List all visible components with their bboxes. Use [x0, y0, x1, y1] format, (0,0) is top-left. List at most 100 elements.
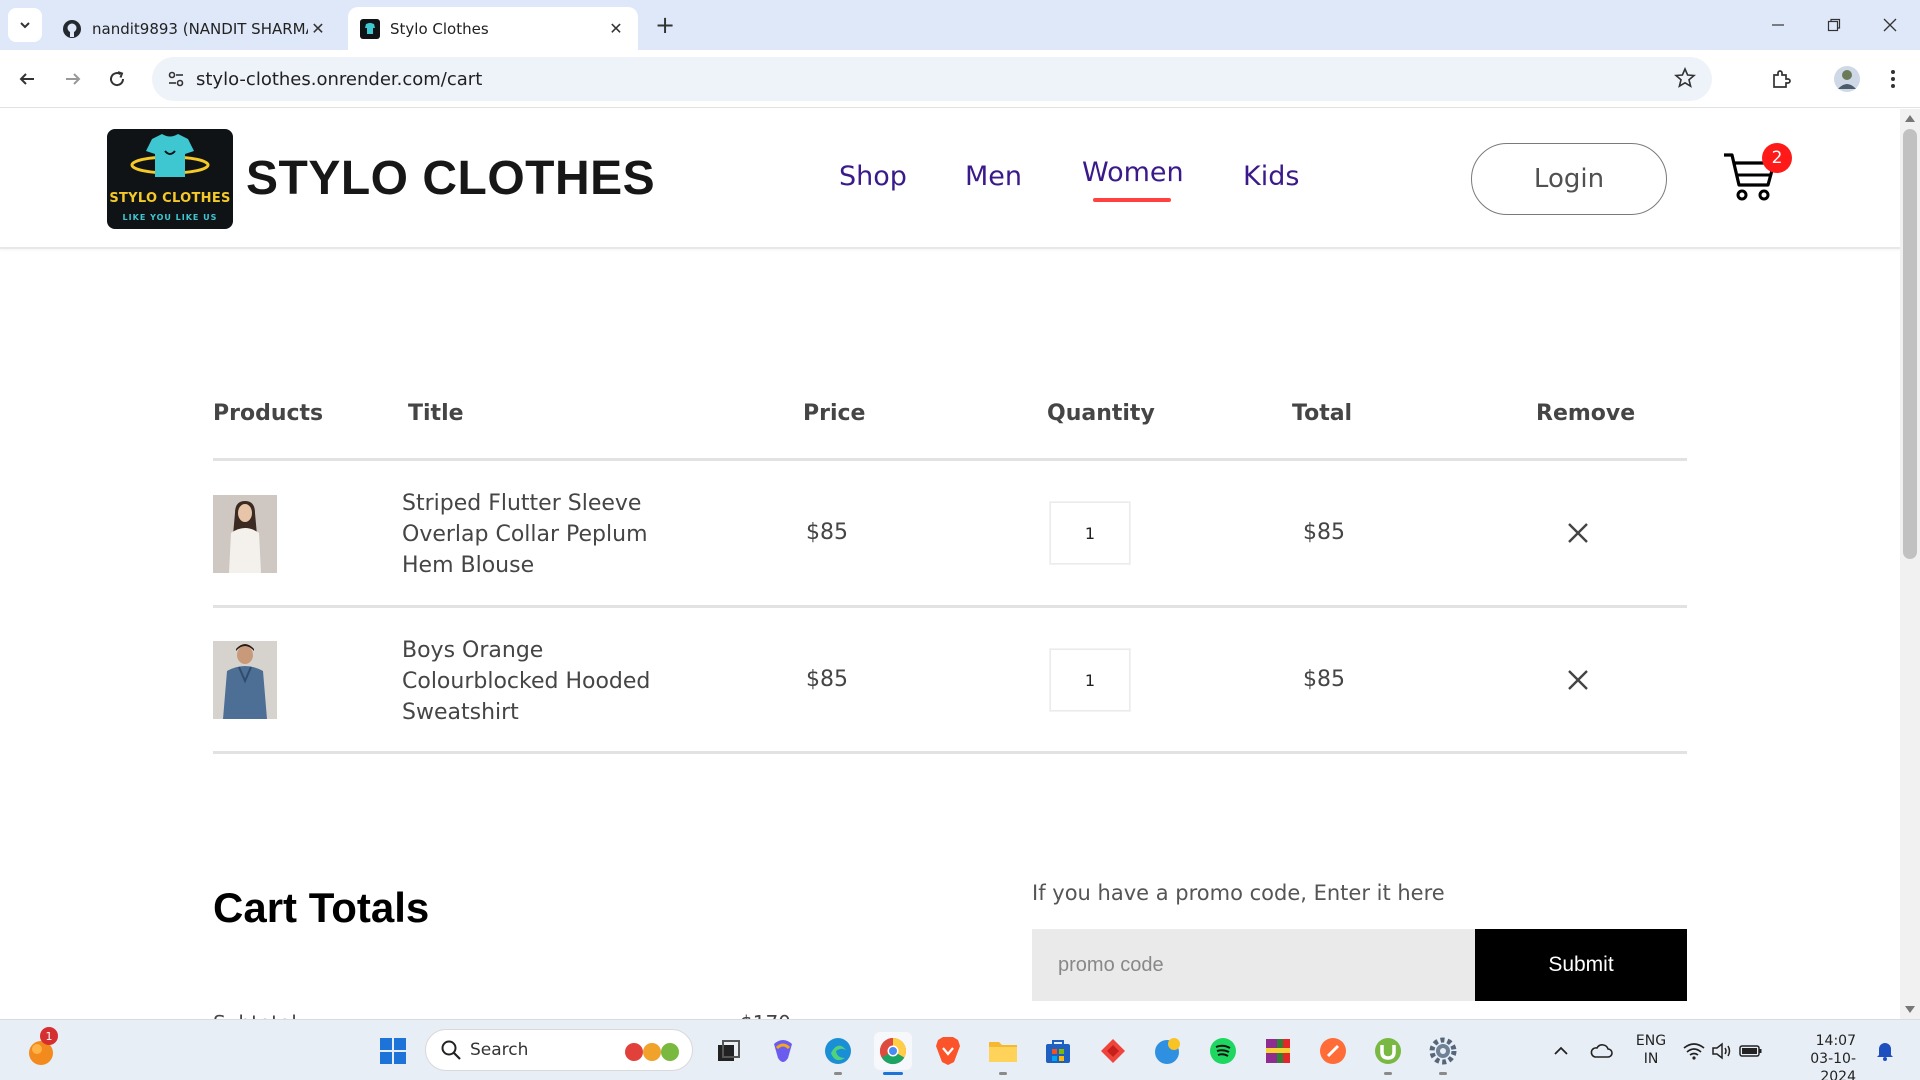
- start-button[interactable]: [374, 1032, 412, 1070]
- more-vertical-icon: [1891, 70, 1895, 88]
- forward-button[interactable]: [56, 62, 90, 96]
- product-total: $85: [1303, 667, 1345, 692]
- cloud-icon: [1590, 1044, 1613, 1058]
- column-header-total: Total: [1292, 401, 1353, 426]
- remove-item-icon[interactable]: [1566, 668, 1590, 692]
- product-image[interactable]: [213, 641, 277, 719]
- nav-men[interactable]: Men: [965, 161, 1022, 192]
- tab-stylo-clothes[interactable]: Stylo Clothes ✕: [348, 7, 638, 50]
- nav-kids[interactable]: Kids: [1243, 161, 1299, 192]
- close-window-button[interactable]: [1862, 0, 1918, 50]
- remove-item-icon[interactable]: [1566, 521, 1590, 545]
- table-divider: [213, 458, 1687, 461]
- brand-name[interactable]: STYLO CLOTHES: [246, 151, 655, 206]
- quantity-field[interactable]: 1: [1050, 502, 1130, 564]
- address-bar[interactable]: stylo-clothes.onrender.com/cart: [152, 57, 1712, 101]
- copilot-button[interactable]: [764, 1032, 802, 1070]
- scroll-up-arrow[interactable]: [1905, 115, 1915, 122]
- table-divider: [213, 751, 1687, 754]
- brave-button[interactable]: [929, 1032, 967, 1070]
- tab-github[interactable]: nandit9893 (NANDIT SHARMA) ✕: [50, 7, 340, 50]
- chrome-button[interactable]: [874, 1032, 912, 1070]
- utorrent-button[interactable]: [1369, 1032, 1407, 1070]
- reload-button[interactable]: [100, 62, 134, 96]
- product-price: $85: [806, 520, 848, 545]
- folder-icon: [989, 1042, 1017, 1062]
- task-view-icon: [718, 1040, 740, 1061]
- winrar-button[interactable]: [1259, 1032, 1297, 1070]
- site-logo[interactable]: STYLO CLOTHES LIKE YOU LIKE US: [107, 129, 233, 229]
- browser-menu-button[interactable]: [1876, 62, 1910, 96]
- brave-icon: [936, 1037, 960, 1065]
- product-title: Striped Flutter Sleeve Overlap Collar Pe…: [402, 491, 648, 578]
- battery-status[interactable]: [1736, 1032, 1766, 1070]
- settings-button[interactable]: [1424, 1032, 1462, 1070]
- stylo-favicon-icon: [360, 18, 380, 39]
- restore-icon: [1827, 18, 1841, 32]
- column-header-quantity: Quantity: [1047, 401, 1155, 426]
- close-tab-icon[interactable]: ✕: [308, 19, 328, 38]
- table-divider: [213, 605, 1687, 608]
- store-button[interactable]: [1039, 1032, 1077, 1070]
- page-content: STYLO CLOTHES LIKE YOU LIKE US STYLO CLO…: [0, 109, 1900, 1019]
- column-header-products: Products: [213, 401, 324, 426]
- clock-date: 03-10-2024: [1810, 1051, 1856, 1080]
- bookmark-star-icon[interactable]: [1674, 66, 1696, 93]
- site-info-icon[interactable]: [156, 57, 196, 101]
- new-tab-button[interactable]: +: [650, 10, 680, 40]
- edge-button[interactable]: [819, 1032, 857, 1070]
- browser-toolbar: stylo-clothes.onrender.com/cart: [0, 50, 1920, 108]
- copilot-icon: [774, 1040, 792, 1062]
- avatar-icon: [1834, 66, 1860, 92]
- taskbar-search[interactable]: Search: [425, 1029, 693, 1071]
- file-explorer-button[interactable]: [984, 1032, 1022, 1070]
- restore-button[interactable]: [1806, 0, 1862, 50]
- product-price: $85: [806, 667, 848, 692]
- running-indicator: [999, 1072, 1007, 1075]
- language-indicator[interactable]: ENG IN: [1628, 1032, 1674, 1068]
- tab-title: Stylo Clothes: [390, 19, 489, 38]
- windows-taskbar: 1 Search ENG IN 14:07 03-10-2024: [0, 1019, 1920, 1080]
- windows-logo-icon: [380, 1038, 406, 1064]
- search-highlight-icon: [625, 1043, 679, 1061]
- extensions-button[interactable]: [1764, 62, 1798, 96]
- nav-women[interactable]: Women: [1082, 157, 1184, 188]
- onedrive-button[interactable]: [1584, 1032, 1618, 1070]
- tab-title: nandit9893 (NANDIT SHARMA): [92, 19, 308, 38]
- speaker-icon: [1712, 1042, 1731, 1060]
- scroll-down-arrow[interactable]: [1905, 1006, 1915, 1013]
- anydesk-button[interactable]: [1094, 1032, 1132, 1070]
- nav-shop[interactable]: Shop: [839, 161, 907, 192]
- app-button[interactable]: [1149, 1032, 1187, 1070]
- running-indicator: [1384, 1072, 1392, 1075]
- quantity-field[interactable]: 1: [1050, 649, 1130, 711]
- profile-avatar[interactable]: [1830, 62, 1864, 96]
- wifi-status[interactable]: [1680, 1032, 1708, 1070]
- postman-button[interactable]: [1314, 1032, 1352, 1070]
- login-button[interactable]: Login: [1471, 143, 1667, 215]
- winrar-icon: [1266, 1039, 1290, 1063]
- puzzle-icon: [1773, 70, 1791, 88]
- show-hidden-icons[interactable]: [1544, 1032, 1578, 1070]
- close-tab-icon[interactable]: ✕: [606, 19, 626, 38]
- scrollbar-thumb[interactable]: [1903, 129, 1917, 559]
- volume-status[interactable]: [1708, 1032, 1736, 1070]
- promo-submit-button[interactable]: Submit: [1475, 929, 1687, 1001]
- anydesk-icon: [1101, 1039, 1125, 1063]
- promo-code-input[interactable]: [1032, 929, 1475, 1001]
- task-view-button[interactable]: [709, 1032, 747, 1070]
- running-indicator: [1439, 1072, 1447, 1075]
- url-text: stylo-clothes.onrender.com/cart: [196, 68, 483, 90]
- region-code: IN: [1643, 1051, 1659, 1067]
- page-scrollbar[interactable]: [1900, 109, 1920, 1019]
- spotify-button[interactable]: [1204, 1032, 1242, 1070]
- back-button[interactable]: [10, 62, 44, 96]
- minimize-button[interactable]: [1750, 0, 1806, 50]
- postman-icon: [1320, 1038, 1346, 1064]
- notifications-button[interactable]: [1868, 1032, 1902, 1070]
- column-header-price: Price: [803, 401, 866, 426]
- product-image[interactable]: [213, 495, 277, 573]
- clock[interactable]: 14:07 03-10-2024: [1778, 1032, 1856, 1080]
- product-title: Boys Orange Colourblocked Hooded Sweatsh…: [402, 638, 651, 725]
- tab-search-button[interactable]: [8, 8, 42, 42]
